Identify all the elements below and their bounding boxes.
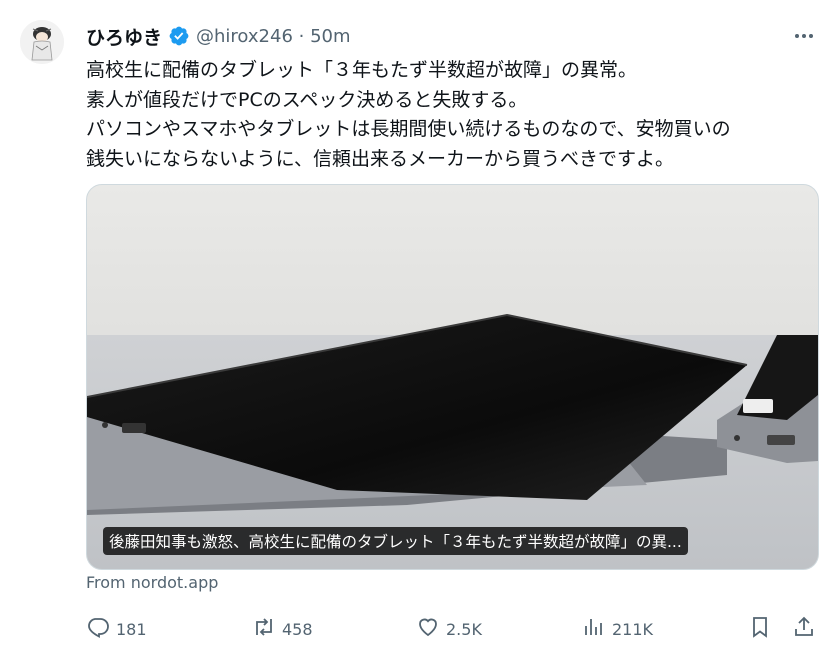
views-icon [582,615,606,643]
post-text: 高校生に配備のタブレット「３年もたず半数超が故障」の異常。 素人が値段だけでPC… [86,56,816,174]
avatar[interactable] [20,20,64,64]
repost-button[interactable]: 458 [252,614,313,644]
link-card-caption: 後藤田知事も激怒、高校生に配備のタブレット「３年もたず半数超が故障」の異... [103,527,688,555]
repost-count: 458 [282,619,313,639]
post-text-line: 銭失いにならないように、信頼出来るメーカーから買うべきですよ。 [86,147,675,170]
avatar-illustration [20,20,64,64]
heart-icon [416,615,440,643]
share-button[interactable] [792,614,816,644]
share-icon [792,615,816,643]
post-text-line: 素人が値段だけでPCのスペック決めると失敗する。 [86,88,528,111]
reply-icon [86,615,110,643]
post-header: ひろゆき @hirox246 · 50m [86,22,351,50]
bookmark-icon [748,615,772,643]
author-handle-time[interactable]: @hirox246 · 50m [196,26,351,47]
verified-badge-icon [168,25,190,47]
like-count: 2.5K [446,619,482,639]
action-bar: 181 458 2.5K 211K [86,614,822,644]
post-text-line: パソコンやスマホやタブレットは長期間使い続けるものなので、安物買いの [86,118,731,140]
tablet-photo [87,185,818,569]
bookmark-button[interactable] [748,614,772,644]
link-source[interactable]: From nordot.app [86,573,218,592]
link-card-image[interactable]: 後藤田知事も激怒、高校生に配備のタブレット「３年もたず半数超が故障」の異... [86,184,819,570]
repost-icon [252,615,276,643]
views-count: 211K [612,619,654,639]
post-text-line: 高校生に配備のタブレット「３年もたず半数超が故障」の異常。 [86,59,638,81]
like-button[interactable]: 2.5K [416,614,482,644]
more-options-icon[interactable] [792,26,816,46]
reply-button[interactable]: 181 [86,614,147,644]
reply-count: 181 [116,619,147,639]
views-button[interactable]: 211K [582,614,653,644]
author-name[interactable]: ひろゆき [86,23,162,50]
